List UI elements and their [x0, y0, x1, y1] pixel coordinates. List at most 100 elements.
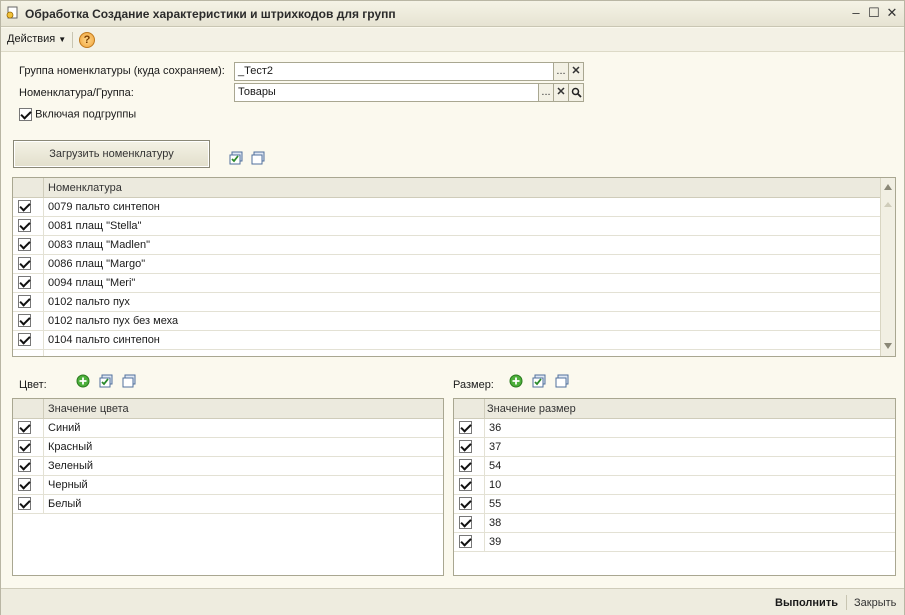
row-value: 36	[489, 422, 502, 434]
processing-icon	[6, 6, 18, 19]
check-cell	[13, 198, 44, 217]
checkbox[interactable]	[19, 108, 32, 121]
load-nomenclature-button[interactable]: Загрузить номенклатуру	[13, 140, 210, 168]
execute-button[interactable]: Выполнить	[775, 597, 838, 609]
size-column-header[interactable]: Значение размер	[487, 403, 576, 415]
row-checkbox[interactable]	[459, 478, 472, 491]
group-field[interactable]: _Тест2	[234, 62, 554, 81]
table-row[interactable]: 0104 пальто синтепон	[13, 331, 880, 350]
nomenclature-table: Номенклатура 0079 пальто синтепон 0081 пл…	[12, 177, 896, 357]
nomenclature-field[interactable]: Товары	[234, 83, 539, 102]
uncheck-all-icon[interactable]	[251, 151, 265, 165]
row-checkbox[interactable]	[18, 257, 31, 270]
table-row[interactable]: Синий	[13, 419, 443, 438]
row-checkbox[interactable]	[18, 440, 31, 453]
scrollbar[interactable]	[880, 178, 895, 356]
check-cell	[454, 438, 485, 457]
row-value: 0079 пальто синтепон	[48, 201, 160, 213]
table-row[interactable]: 39	[454, 533, 895, 552]
maximize-icon[interactable]: ☐	[867, 6, 881, 20]
table-header: Номенклатура	[13, 178, 880, 198]
table-row[interactable]: Зеленый	[13, 457, 443, 476]
toolbar-separator	[72, 32, 73, 48]
row-value: 0086 плащ "Margo"	[48, 258, 146, 270]
check-cell	[13, 274, 44, 293]
row-checkbox[interactable]	[18, 276, 31, 289]
table-row[interactable]: 0102 пальто пух	[13, 293, 880, 312]
row-checkbox[interactable]	[459, 516, 472, 529]
row-value: Зеленый	[48, 460, 94, 472]
table-row[interactable]: Красный	[13, 438, 443, 457]
table-row[interactable]: 37	[454, 438, 895, 457]
row-value: Синий	[48, 422, 81, 434]
minimize-icon[interactable]: –	[849, 6, 863, 20]
nomenclature-clear-button[interactable]: ✕	[554, 83, 569, 102]
table-row[interactable]: 0102 пальто пух без меха	[13, 312, 880, 331]
check-cell	[454, 514, 485, 533]
check-cell	[454, 476, 485, 495]
group-clear-button[interactable]: ✕	[569, 62, 584, 81]
row-checkbox[interactable]	[18, 219, 31, 232]
nomenclature-select-button[interactable]: ...	[539, 83, 554, 102]
check-all-icon[interactable]	[229, 151, 243, 165]
row-checkbox[interactable]	[459, 440, 472, 453]
table-row[interactable]: 0081 плащ "Stella"	[13, 217, 880, 236]
include-subgroups-checkbox[interactable]: Включая подгруппы	[19, 108, 136, 121]
check-all-icon[interactable]	[99, 374, 113, 388]
row-checkbox[interactable]	[18, 421, 31, 434]
scroll-down-icon[interactable]	[884, 343, 892, 349]
row-checkbox[interactable]	[459, 497, 472, 510]
row-checkbox[interactable]	[18, 459, 31, 472]
toolbar: Действия ▼ ?	[1, 28, 904, 52]
uncheck-all-icon[interactable]	[122, 374, 136, 388]
check-cell	[13, 217, 44, 236]
chevron-down-icon: ▼	[58, 35, 67, 44]
table-row[interactable]: 0083 плащ "Madlen"	[13, 236, 880, 255]
uncheck-all-icon[interactable]	[555, 374, 569, 388]
row-checkbox[interactable]	[18, 238, 31, 251]
table-row[interactable]: 36	[454, 419, 895, 438]
close-button[interactable]: Закрыть	[854, 597, 896, 609]
table-row[interactable]: 54	[454, 457, 895, 476]
include-subgroups-label: Включая подгруппы	[35, 108, 137, 121]
table-row[interactable]: 10	[454, 476, 895, 495]
row-checkbox[interactable]	[459, 535, 472, 548]
check-all-icon[interactable]	[532, 374, 546, 388]
close-icon[interactable]: ✕	[885, 6, 899, 20]
color-column-header[interactable]: Значение цвета	[48, 403, 129, 415]
table-row[interactable]: 38	[454, 514, 895, 533]
row-checkbox[interactable]	[18, 478, 31, 491]
nomenclature-column-header[interactable]: Номенклатура	[48, 182, 122, 194]
row-checkbox[interactable]	[18, 295, 31, 308]
row-checkbox[interactable]	[18, 314, 31, 327]
scroll-up-icon[interactable]	[884, 184, 892, 190]
add-icon[interactable]	[76, 374, 90, 388]
scroll-thumb-icon[interactable]	[884, 202, 892, 207]
table-row[interactable]: 0086 плащ "Margo"	[13, 255, 880, 274]
row-value: 0104 пальто синтепон	[48, 334, 160, 346]
search-icon[interactable]	[569, 83, 584, 102]
check-cell	[13, 312, 44, 331]
row-checkbox[interactable]	[18, 497, 31, 510]
table-row[interactable]: 0079 пальто синтепон	[13, 198, 880, 217]
add-icon[interactable]	[509, 374, 523, 388]
row-value: 0083 плащ "Madlen"	[48, 239, 151, 251]
table-row[interactable]: Белый	[13, 495, 443, 514]
nomenclature-label: Номенклатура/Группа:	[19, 87, 134, 99]
table-row[interactable]: Черный	[13, 476, 443, 495]
row-value: 54	[489, 460, 502, 472]
table-row[interactable]: 0094 плащ "Meri"	[13, 274, 880, 293]
group-select-button[interactable]: ...	[554, 62, 569, 81]
row-checkbox[interactable]	[18, 200, 31, 213]
actions-menu[interactable]: Действия ▼	[7, 33, 66, 45]
row-checkbox[interactable]	[459, 459, 472, 472]
check-cell	[13, 293, 44, 312]
table-row[interactable]: 55	[454, 495, 895, 514]
row-checkbox[interactable]	[18, 333, 31, 346]
header-check-column	[454, 399, 485, 419]
color-table: Значение цвета Синий Красный Зеленый Черный…	[12, 398, 444, 576]
table-header: Значение цвета	[13, 399, 443, 419]
help-icon[interactable]: ?	[79, 32, 95, 48]
footer-separator	[846, 595, 847, 610]
row-checkbox[interactable]	[459, 421, 472, 434]
